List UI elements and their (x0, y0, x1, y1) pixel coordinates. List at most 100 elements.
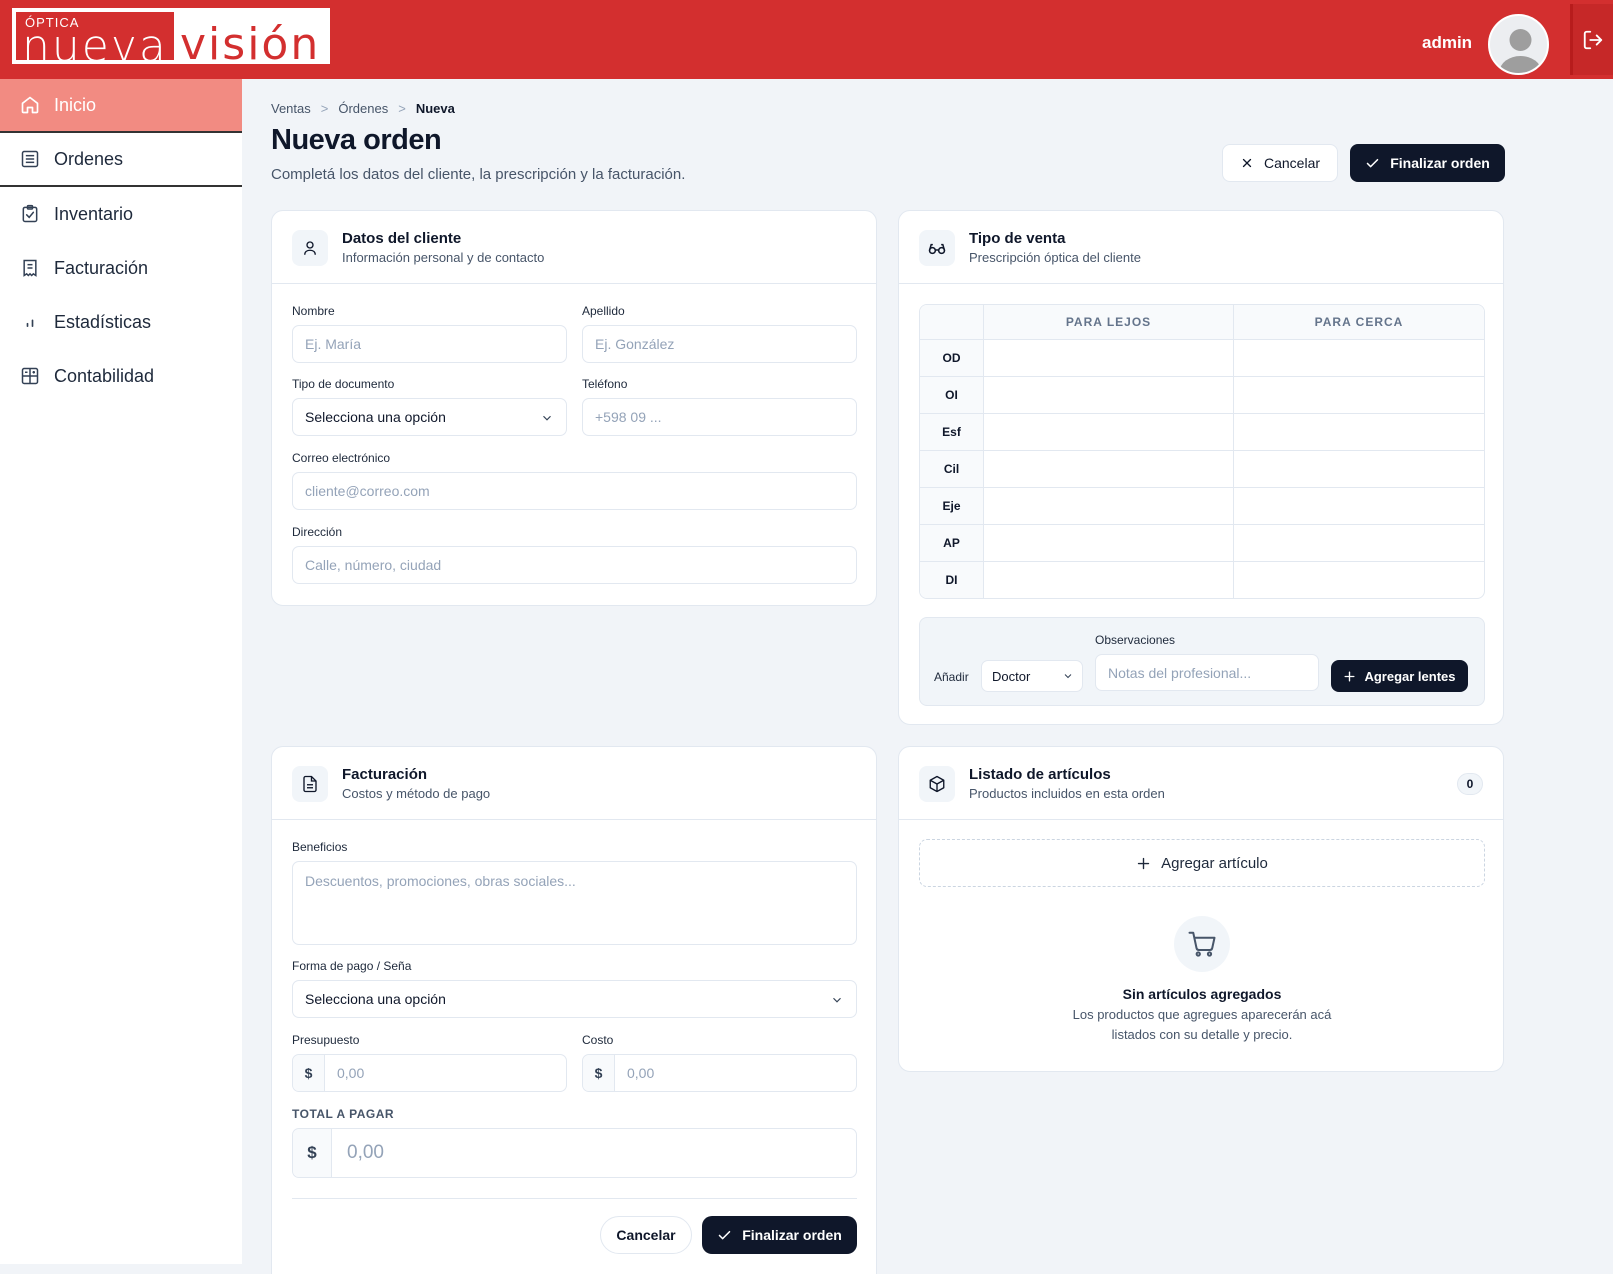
card-header: Facturación Costos y método de pago (272, 747, 876, 820)
sidebar-item-inventario[interactable]: Inventario (0, 187, 242, 241)
rx-cell-lejos[interactable] (984, 488, 1234, 524)
apellido-input[interactable]: Ej. González (582, 325, 857, 363)
cancel-label: Cancelar (616, 1227, 676, 1243)
doctor-value: Doctor (992, 668, 1031, 684)
home-icon (20, 95, 40, 115)
glasses-icon (919, 230, 955, 266)
billing-cancel-button[interactable]: Cancelar (600, 1216, 692, 1254)
rx-cell-cerca[interactable] (1234, 414, 1484, 450)
breadcrumb-ventas[interactable]: Ventas (271, 101, 311, 116)
currency-prefix: $ (583, 1055, 615, 1091)
user-icon (292, 230, 328, 266)
costo-placeholder: 0,00 (627, 1065, 655, 1081)
page-title: Nueva orden (271, 124, 442, 156)
finish-order-button[interactable]: Finalizar orden (1350, 144, 1505, 182)
brand-logo[interactable]: ÓPTICA nueva visión (12, 8, 330, 72)
observaciones-label: Observaciones (1095, 633, 1176, 647)
rx-cell-cerca[interactable] (1234, 488, 1484, 524)
rx-cell-cerca[interactable] (1234, 377, 1484, 413)
presupuesto-placeholder: 0,00 (337, 1065, 365, 1081)
total-value: 0,00 (347, 1142, 384, 1163)
user-name[interactable]: admin (1422, 33, 1472, 53)
empty-state-title: Sin artículos agregados (1122, 986, 1282, 1002)
doctor-select[interactable]: Doctor (981, 660, 1083, 692)
card-title: Tipo de venta (969, 230, 1066, 247)
logout-icon (1583, 30, 1603, 49)
check-icon (1366, 158, 1379, 167)
logo-right-block: visión (176, 10, 328, 70)
tipo-doc-label: Tipo de documento (292, 377, 395, 391)
tipo-doc-value: Selecciona una opción (305, 409, 446, 425)
observaciones-input[interactable]: Notas del profesional... (1095, 654, 1319, 691)
table-header-row: PARA LEJOS PARA CERCA (920, 305, 1484, 339)
forma-pago-select[interactable]: Selecciona una opción (292, 980, 857, 1018)
cancel-label: Cancelar (1263, 155, 1321, 171)
nombre-input[interactable]: Ej. María (292, 325, 567, 363)
sidebar-item-contabilidad[interactable]: Contabilidad (0, 349, 242, 403)
add-lenses-button[interactable]: Agregar lentes (1331, 660, 1468, 692)
direccion-input[interactable]: Calle, número, ciudad (292, 546, 857, 584)
rx-cell-lejos[interactable] (984, 525, 1234, 561)
rx-cell-cerca[interactable] (1234, 562, 1484, 598)
currency-prefix: $ (293, 1055, 325, 1091)
beneficios-label: Beneficios (292, 840, 348, 854)
forma-pago-label: Forma de pago / Seña (292, 959, 412, 973)
sidebar-item-label: Ordenes (54, 148, 124, 169)
tipo-doc-select[interactable]: Selecciona una opción (292, 398, 567, 436)
breadcrumb-current: Nueva (415, 101, 455, 116)
receipt-icon (20, 258, 40, 278)
sidebar-item-estadisticas[interactable]: Estadísticas (0, 295, 242, 349)
sidebar-item-inicio[interactable]: Inicio (0, 79, 242, 133)
rx-cell-lejos[interactable] (984, 562, 1234, 598)
presupuesto-label: Presupuesto (292, 1033, 360, 1047)
rx-cell-lejos[interactable] (984, 451, 1234, 487)
breadcrumb-separator: > (398, 101, 406, 116)
sidebar-item-label: Facturación (54, 257, 149, 278)
breadcrumb-ordenes[interactable]: Órdenes (338, 101, 388, 116)
rx-cell-cerca[interactable] (1234, 525, 1484, 561)
card-title: Listado de artículos (969, 766, 1111, 783)
logout-button[interactable] (1570, 4, 1613, 75)
direccion-label: Dirección (292, 525, 343, 539)
finish-label: Finalizar orden (1390, 155, 1490, 171)
costo-input[interactable]: $ 0,00 (582, 1054, 857, 1092)
empty-state-line1: Los productos que agregues aparecerán ac… (1072, 1007, 1332, 1022)
total-label: TOTAL A PAGAR (292, 1107, 395, 1121)
breadcrumb-separator: > (320, 101, 329, 116)
card-header: Tipo de venta Prescripción óptica del cl… (899, 211, 1503, 284)
col-para-lejos: PARA LEJOS (984, 305, 1234, 339)
cancel-button[interactable]: Cancelar (1222, 144, 1338, 182)
total-input[interactable]: $ 0,00 (292, 1128, 857, 1178)
telefono-input[interactable]: +598 09 ... (582, 398, 857, 436)
table-row: Cil (920, 450, 1484, 487)
logo-word-vision: visión (180, 19, 321, 70)
rx-cell-lejos[interactable] (984, 414, 1234, 450)
table-corner (920, 305, 984, 339)
items-card: Listado de artículos Productos incluidos… (898, 746, 1504, 1072)
calculator-icon (20, 366, 40, 386)
row-label: OD (920, 340, 984, 376)
billing-finish-button[interactable]: Finalizar orden (702, 1216, 857, 1254)
rx-cell-lejos[interactable] (984, 340, 1234, 376)
sidebar-item-ordenes[interactable]: Ordenes (0, 133, 242, 187)
check-icon (718, 1230, 731, 1239)
presupuesto-input[interactable]: $ 0,00 (292, 1054, 567, 1092)
row-label: Cil (920, 451, 984, 487)
nombre-label: Nombre (292, 304, 335, 318)
chevron-down-icon (833, 997, 841, 1003)
table-row: Esf (920, 413, 1484, 450)
rx-cell-cerca[interactable] (1234, 340, 1484, 376)
breadcrumb: Ventas > Órdenes > Nueva (271, 101, 455, 116)
rx-cell-cerca[interactable] (1234, 451, 1484, 487)
table-row: OD (920, 339, 1484, 376)
top-bar: ÓPTICA nueva visión admin (0, 0, 1613, 79)
add-item-button[interactable]: Agregar artículo (919, 839, 1485, 887)
correo-input[interactable]: cliente@correo.com (292, 472, 857, 510)
finish-label: Finalizar orden (742, 1227, 842, 1243)
table-row: OI (920, 376, 1484, 413)
sidebar-item-facturacion[interactable]: Facturación (0, 241, 242, 295)
avatar[interactable] (1488, 14, 1549, 75)
rx-cell-lejos[interactable] (984, 377, 1234, 413)
row-label: Esf (920, 414, 984, 450)
beneficios-textarea[interactable]: Descuentos, promociones, obras sociales.… (292, 861, 857, 945)
